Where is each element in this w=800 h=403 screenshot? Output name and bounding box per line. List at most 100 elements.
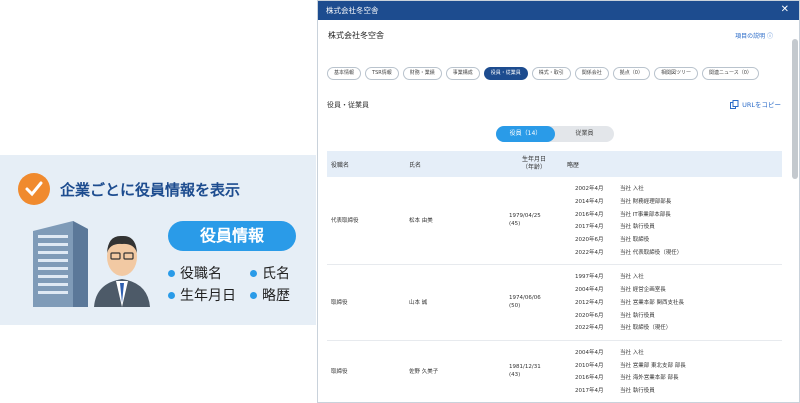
career-date: 2020年6月 [575, 312, 604, 319]
feature-label: 略歴 [262, 288, 290, 304]
career-date: 2022年4月 [575, 249, 604, 256]
company-window: 株式会社冬空舎 ✕ 株式会社冬空舎 項目の説明 ⓘ 基本情報 TSR情報 財務・… [317, 0, 800, 403]
feature-label: 氏名 [262, 266, 290, 282]
check-icon [18, 173, 50, 205]
career-line: 2022年4月 当社 代表取締役（現任） [567, 245, 782, 258]
career-line: 2016年4月 当社 IT事業部本部長 [567, 207, 782, 220]
close-icon[interactable]: ✕ [781, 4, 789, 16]
officers-table: 役職名 氏名 生年月日 （年齢） 略歴 代表取締役 松本 由美 1979/04/25(… [327, 151, 782, 402]
copy-url-button[interactable]: URLをコピー [730, 99, 781, 109]
career-line: 2017年4月 当社 執行役員 [567, 384, 782, 397]
tab-finance[interactable]: 財務・業績 [402, 67, 442, 80]
career-line: 2022年4月 当社 取締役（現任） [567, 321, 782, 334]
scrollbar[interactable] [792, 39, 798, 179]
career-history: 2002年4月 当社 入社 2014年4月 当社 財務経理部部長 2016年4月 当社 I… [563, 182, 782, 258]
tab-officers[interactable]: 役員・従業員 [483, 67, 528, 80]
career-line: 2017年4月 当社 執行役員 [567, 220, 782, 233]
career-date: 2004年4月 [575, 349, 604, 356]
header-name: 氏名 [409, 161, 422, 169]
officer-birth: 1979/04/25 (45) [505, 182, 563, 258]
tab-basic[interactable]: 基本情報 [327, 67, 362, 80]
officer-role: 取締役 [331, 299, 348, 306]
career-line: 2004年4月 当社 入社 [567, 346, 782, 359]
career-text: 当社 執行役員 [620, 387, 655, 394]
career-date: 1997年4月 [575, 274, 604, 281]
tab-locations[interactable]: 拠点（0） [612, 67, 650, 80]
career-text: 当社 経営企画室長 [620, 287, 666, 294]
segment-employees[interactable]: 従業員 [555, 126, 614, 142]
career-text: 当社 入社 [620, 274, 644, 281]
officer-role: 代表取締役 [331, 218, 359, 225]
career-line: 2014年4月 当社 財務経理部部長 [567, 195, 782, 208]
executive-avatar-icon [94, 235, 150, 307]
tab-tsr[interactable]: TSR情報 [365, 67, 399, 80]
table-row: 代表取締役 松本 由美 1979/04/25 (45) 2002年4月 当社 入社 2014… [327, 177, 782, 266]
section-title: 役員・従業員 [327, 101, 369, 109]
career-text: 当社 営業本部 関西支社長 [620, 299, 684, 306]
career-text: 当社 海外営業本部 部長 [620, 375, 679, 382]
bullet-icon [168, 269, 175, 277]
bullet-icon [250, 291, 257, 299]
career-line: 2020年6月 当社 取締役 [567, 233, 782, 246]
officer-age: (45) [509, 221, 521, 228]
feature-role: 役職名 [168, 263, 222, 283]
career-date: 2022年4月 [575, 325, 604, 332]
birth-date: 1979/04/25 [509, 213, 541, 220]
table-body: 代表取締役 松本 由美 1979/04/25 (45) 2002年4月 当社 入社 2014… [327, 177, 782, 402]
career-history: 1997年4月 当社 入社 2004年4月 当社 経営企画室長 2012年4月 当社 営業… [563, 270, 782, 333]
officer-birth: 1974/06/06 (50) [505, 270, 563, 333]
tab-affiliates[interactable]: 関係会社 [574, 67, 609, 80]
career-line: 2002年4月 当社 入社 [567, 182, 782, 195]
career-line: 2010年4月 当社 営業部 東北支部 部長 [567, 358, 782, 371]
copy-url-label: URLをコピー [742, 101, 781, 109]
table-row: 取締役 山本 誠 1974/06/06 (50) 1997年4月 当社 入社 2004年4月… [327, 265, 782, 341]
header-birth: 生年月日 （年齢） [505, 151, 563, 177]
table-row: 取締役 佐野 久美子 1981/12/31 (43) 2004年4月 当社 入社 2010年… [327, 341, 782, 402]
officer-name: 佐野 久美子 [409, 368, 439, 375]
segment-officers[interactable]: 役員（14） [496, 126, 555, 142]
career-date: 2002年4月 [575, 186, 604, 193]
promo-panel: 企業ごとに役員情報を表示 役員情報 役職名 氏名 生年月日 略歴 [0, 155, 316, 325]
feature-name: 氏名 [250, 263, 290, 283]
officer-birth: 1981/12/31 (43) [505, 346, 563, 397]
career-text: 当社 入社 [620, 349, 644, 356]
executive-info-badge: 役員情報 [168, 221, 296, 251]
tab-bar: 基本情報 TSR情報 財務・業績 事業構成 役員・従業員 株式・取引 関係会社 … [327, 67, 759, 80]
bullet-icon [250, 269, 257, 277]
career-line: 2016年4月 当社 海外営業本部 部長 [567, 371, 782, 384]
career-date: 2014年4月 [575, 199, 604, 206]
officer-age: (50) [509, 302, 521, 309]
tab-stocks[interactable]: 株式・取引 [531, 67, 571, 80]
career-text: 当社 IT事業部本部長 [620, 211, 671, 218]
feature-label: 生年月日 [180, 288, 236, 304]
promo-title: 企業ごとに役員情報を表示 [60, 180, 241, 199]
career-date: 2016年4月 [575, 375, 604, 382]
career-date: 2016年4月 [575, 211, 604, 218]
building-icon [33, 221, 88, 307]
career-line: 2012年4月 当社 営業本部 関西支社長 [567, 296, 782, 309]
feature-career: 略歴 [250, 285, 290, 305]
header-age-label: （年齢） [521, 164, 546, 171]
feature-birthdate: 生年月日 [168, 285, 236, 305]
tab-relation-tree[interactable]: 相関図ツリー [653, 67, 698, 80]
career-text: 当社 取締役（現任） [620, 325, 672, 332]
career-line: 2004年4月 当社 経営企画室長 [567, 283, 782, 296]
officer-employee-toggle: 役員（14） 従業員 [496, 126, 614, 142]
header-birth-label: 生年月日 [521, 156, 546, 163]
tab-news[interactable]: 関連ニュース（0） [702, 67, 759, 80]
career-text: 当社 入社 [620, 186, 644, 193]
header-career: 略歴 [567, 161, 580, 169]
tab-business[interactable]: 事業構成 [445, 67, 480, 80]
career-date: 2010年4月 [575, 362, 604, 369]
table-header: 役職名 氏名 生年月日 （年齢） 略歴 [327, 151, 782, 177]
career-date: 2017年4月 [575, 224, 604, 231]
feature-label: 役職名 [180, 266, 222, 282]
window-titlebar: 株式会社冬空舎 ✕ [318, 1, 799, 20]
company-name: 株式会社冬空舎 [328, 31, 384, 40]
officer-name: 山本 誠 [409, 299, 428, 306]
career-text: 当社 代表取締役（現任） [620, 249, 683, 256]
birth-date: 1974/06/06 [509, 294, 541, 301]
help-link[interactable]: 項目の説明 ⓘ [735, 31, 773, 40]
career-line: 2020年6月 当社 執行役員 [567, 308, 782, 321]
officer-role: 取締役 [331, 368, 348, 375]
